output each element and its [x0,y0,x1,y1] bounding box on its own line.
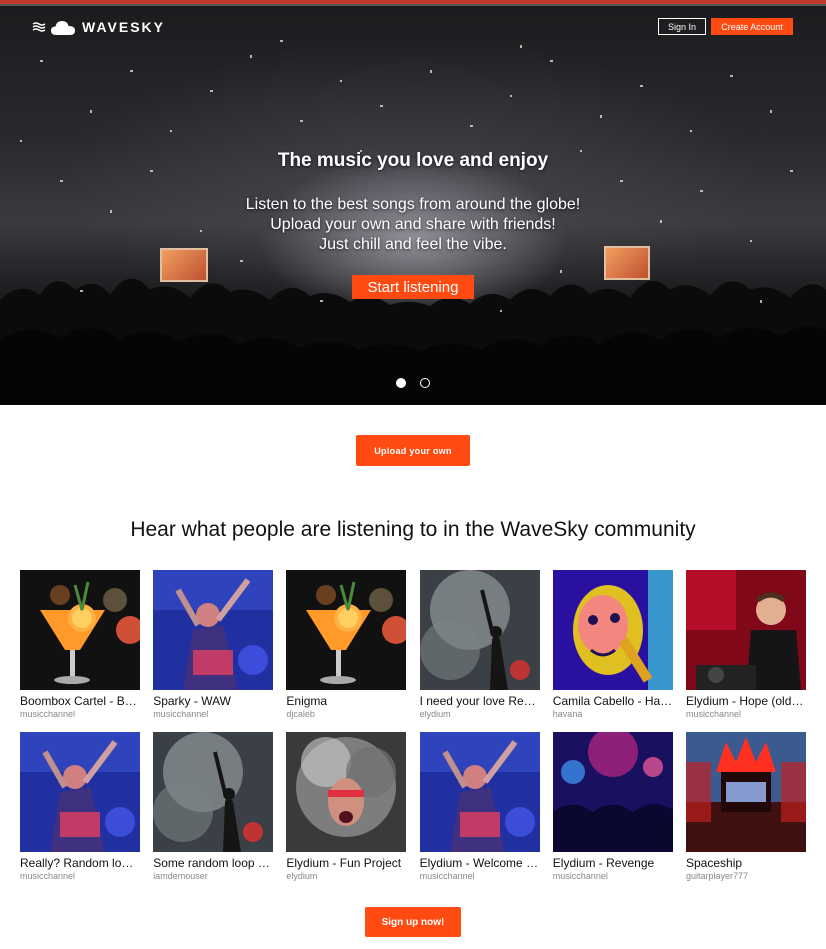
carousel-dot-1[interactable] [396,378,406,388]
carousel-dot-2[interactable] [420,378,430,388]
track-artwork[interactable] [686,570,806,690]
track-artwork[interactable] [686,732,806,852]
logo-wordmark: WAVESKY [82,19,165,35]
track-artwork[interactable] [153,732,274,852]
track-artwork[interactable] [419,732,540,852]
track-card[interactable]: Boombox Cartel - B2U musicchannel [20,570,140,722]
track-title[interactable]: Elydium - Fun Project [286,856,406,870]
track-uploader[interactable]: musicchannel [686,709,806,719]
track-title[interactable]: Spaceship [686,856,806,870]
track-artwork[interactable] [286,732,407,852]
track-uploader[interactable]: elydium [286,871,406,881]
track-card[interactable]: I need your love Remix elydium [419,570,540,722]
track-uploader[interactable]: musicchannel [553,871,673,881]
track-uploader[interactable]: havana [553,709,673,719]
track-artwork[interactable] [419,570,540,690]
wavesky-logo[interactable]: WAVESKY [32,18,165,36]
track-title[interactable]: Sparky - WAW [153,694,273,708]
track-card[interactable]: Some random loop I madeiamdemouser [153,732,274,884]
track-title[interactable]: Elydium - Revenge [553,856,673,870]
track-artwork[interactable] [552,570,673,690]
track-card[interactable]: Really? Random loop? musicchannel [20,732,140,884]
track-artwork[interactable] [20,570,140,690]
track-artwork[interactable] [286,570,407,690]
track-artwork[interactable] [552,732,673,852]
sign-in-button[interactable]: Sign In [658,18,706,35]
sign-up-button[interactable]: Sign up now! [365,907,461,937]
track-card[interactable]: Sparky - WAW musicchannel [153,570,274,722]
track-card[interactable]: Elydium - Hope (old dubstep)musicchannel [686,570,806,722]
track-card[interactable]: Camila Cabello - Havanahavana [552,570,673,722]
track-card[interactable]: Spaceship guitarplayer777 [686,732,806,884]
track-card[interactable]: Elydium - Fun Project elydium [286,732,407,884]
track-card[interactable]: Enigma djcaleb [286,570,407,722]
hero-banner: WAVESKY Sign In Create Account The music… [0,0,826,405]
track-uploader[interactable]: musicchannel [420,871,540,881]
waves-icon [32,22,46,32]
hero-subtitle-line-1: Listen to the best songs from around the… [245,196,581,213]
track-uploader[interactable]: musicchannel [20,709,140,719]
hero-subtitle-line-2: Upload your own and share with friends! [270,216,556,233]
track-uploader[interactable]: djcaleb [286,709,406,719]
hero-subtitle-line-3: Just chill and feel the vibe. [319,236,507,253]
track-title[interactable]: Some random loop I made [153,856,273,870]
track-artwork[interactable] [20,732,140,852]
track-title[interactable]: Elydium - Hope (old dubstep) [686,694,806,708]
track-uploader[interactable]: elydium [420,709,540,719]
track-title[interactable]: Camila Cabello - Havana [553,694,673,708]
track-uploader[interactable]: guitarplayer777 [686,871,806,881]
hero-title: The music you love and enjoy [277,150,549,171]
track-title[interactable]: Really? Random loop? [20,856,140,870]
track-title[interactable]: I need your love Remix [420,694,540,708]
track-artwork[interactable] [153,570,274,690]
track-uploader[interactable]: musicchannel [20,871,140,881]
start-listening-button[interactable]: Start listening [352,275,474,299]
track-uploader[interactable]: iamdemouser [153,871,273,881]
track-card[interactable]: Elydium - Welcome to the partymusicchann… [419,732,540,884]
track-title[interactable]: Boombox Cartel - B2U [20,694,140,708]
track-title[interactable]: Enigma [286,694,406,708]
track-uploader[interactable]: musicchannel [153,709,273,719]
upload-your-own-button[interactable]: Upload your own [356,435,470,466]
track-card[interactable]: Elydium - Revenge musicchannel [552,732,673,884]
cloud-icon [51,21,75,35]
create-account-button[interactable]: Create Account [711,18,793,35]
community-heading: Hear what people are listening to in the… [130,518,696,541]
track-title[interactable]: Elydium - Welcome to the party [420,856,540,870]
